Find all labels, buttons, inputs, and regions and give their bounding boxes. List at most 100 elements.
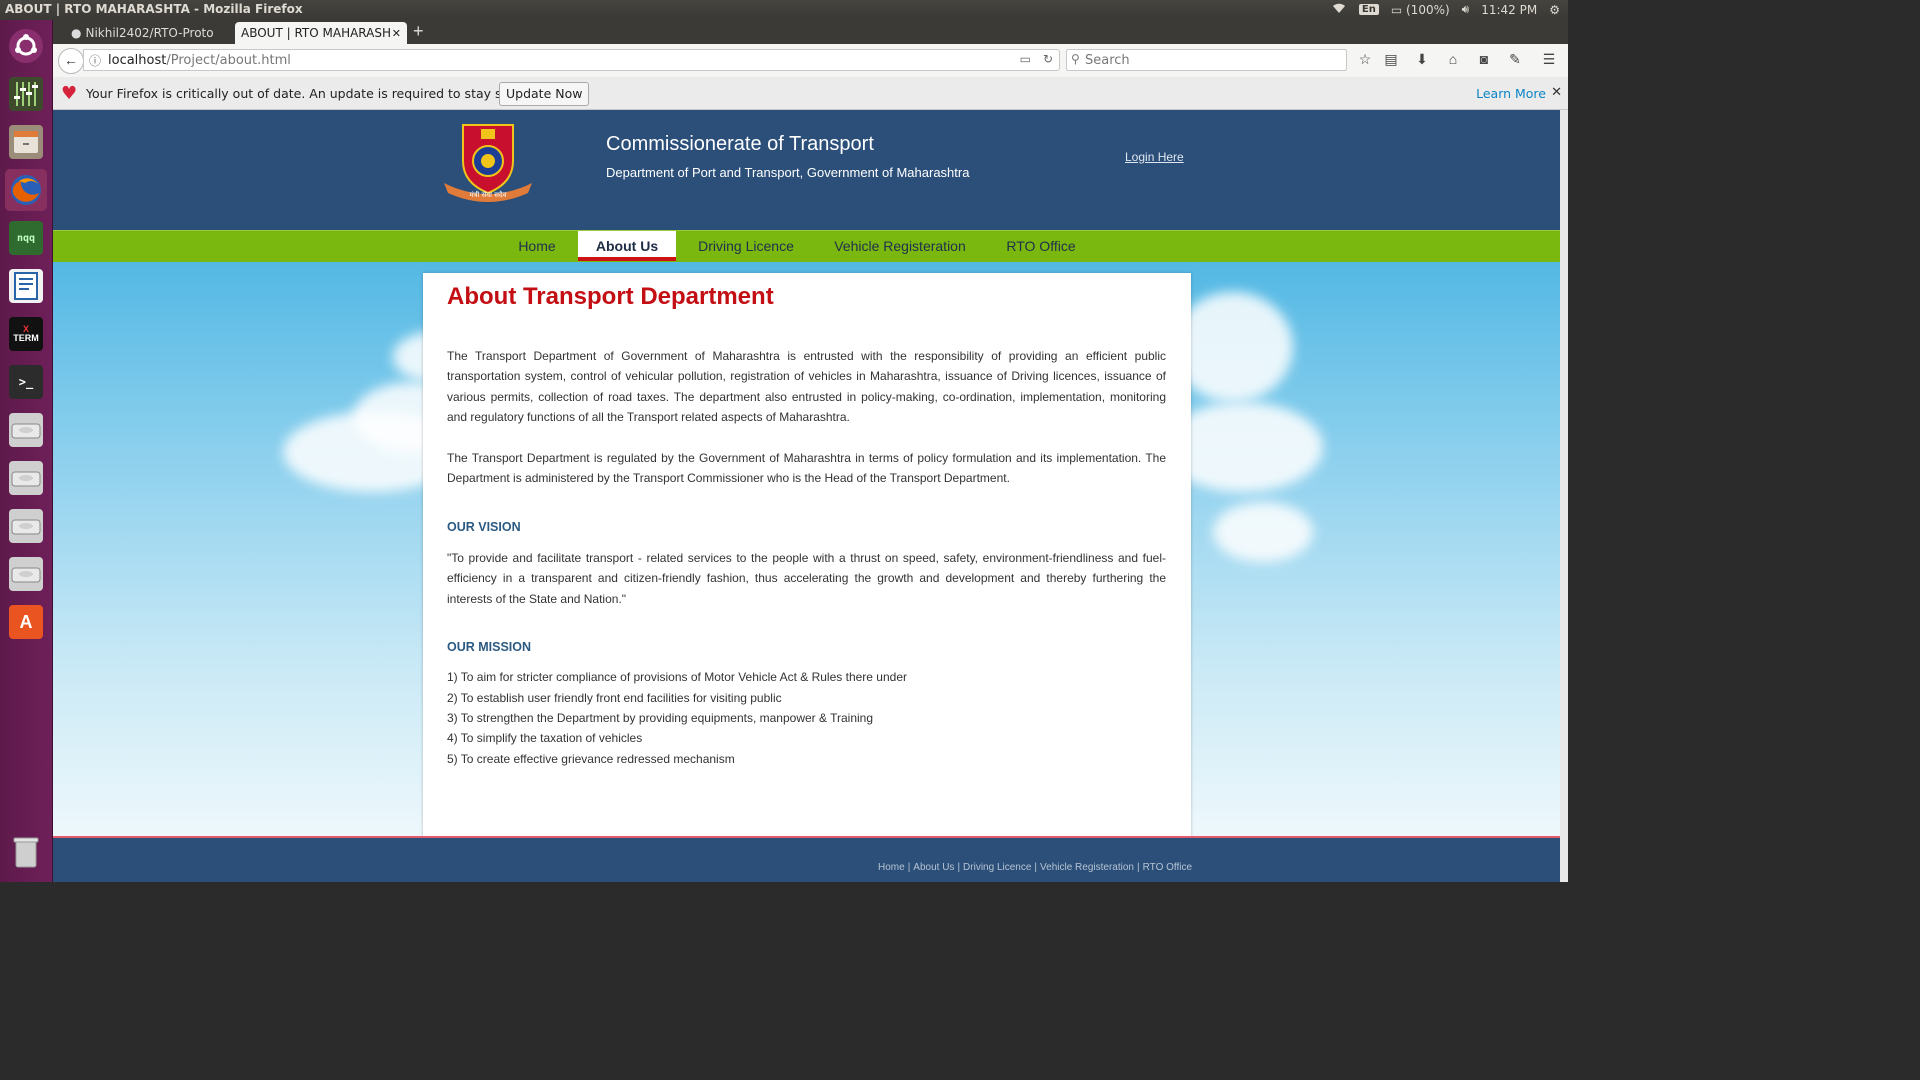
web-page: मंत्री सेवा सदैव Commissionerate of Tran… [53, 110, 1560, 882]
tab-about[interactable]: ABOUT | RTO MAHARASH ✕ [235, 22, 407, 44]
clock[interactable]: 11:42 PM [1481, 3, 1537, 17]
new-tab-button[interactable]: + [413, 21, 424, 42]
back-button[interactable]: ← [58, 48, 84, 74]
mission-heading: OUR MISSION [447, 640, 532, 654]
text-document-icon [9, 269, 43, 303]
page-heading: About Transport Department [447, 283, 774, 310]
footer-link-vehicle-registeration[interactable]: Vehicle Registeration [1040, 862, 1134, 873]
launcher-xterm-app[interactable]: X TERM [5, 313, 47, 355]
tab-github[interactable]: ● Nikhil2402/RTO-Proto [65, 22, 233, 44]
page-scrollbar[interactable] [1560, 110, 1568, 882]
url-text: localhost/Project/about.html [108, 53, 291, 68]
vision-text: "To provide and facilitate transport - r… [447, 551, 1166, 606]
mission-item: 2) To establish user friendly front end … [447, 691, 782, 705]
site-header: मंत्री सेवा सदैव Commissionerate of Tran… [53, 110, 1560, 230]
github-icon: ● [71, 26, 82, 40]
mission-item: 4) To simplify the taxation of vehicles [447, 731, 643, 745]
footer-link-driving-licence[interactable]: Driving Licence [963, 862, 1031, 873]
reader-view-icon[interactable]: ▭ [1020, 52, 1031, 66]
bookmark-star-icon[interactable]: ☆ [1355, 51, 1375, 68]
launcher-terminal-app[interactable]: >_ [5, 361, 47, 403]
footer-links: Home | About Us | Driving Licence | Vehicle Re… [878, 862, 1193, 873]
rto-emblem-logo: मंत्री सेवा सदैव [428, 121, 548, 213]
url-host: localhost [108, 53, 167, 68]
browser-tab-strip: ● Nikhil2402/RTO-Proto ABOUT | RTO MAHAR… [53, 20, 1568, 44]
footer-link-rto-office[interactable]: RTO Office [1143, 862, 1192, 873]
system-tray: En ▭ (100%) 🔊︎ 11:42 PM ⚙ [1331, 2, 1560, 17]
heart-warning-icon: ♥ [61, 83, 78, 104]
launcher-mixer-app[interactable] [5, 73, 47, 115]
update-notification-bar: ♥ Your Firefox is critically out of date… [53, 77, 1568, 110]
search-bar[interactable]: ⚲ Search [1066, 49, 1347, 71]
search-placeholder: Search [1085, 53, 1130, 68]
file-cabinet-icon [9, 125, 43, 159]
wifi-icon[interactable] [1331, 2, 1347, 17]
notepadqq-icon: nqq [9, 221, 43, 255]
software-bag-icon: A [9, 605, 43, 639]
update-now-button[interactable]: Update Now [499, 82, 590, 106]
reading-list-icon[interactable]: ▤ [1381, 51, 1401, 68]
site-subtitle: Department of Port and Transport, Govern… [606, 165, 970, 180]
hard-drive-icon [9, 557, 43, 591]
mission-item: 5) To create effective grievance redress… [447, 752, 735, 766]
launcher-writer-app[interactable] [5, 265, 47, 307]
emblem-motto: मंत्री सेवा सदैव [469, 190, 506, 199]
launcher-drive-2[interactable] [5, 457, 47, 499]
unity-launcher: nqq X TERM >_ A [0, 20, 53, 882]
launcher-firefox-app[interactable] [5, 169, 47, 211]
hard-drive-icon [9, 461, 43, 495]
firefox-icon [9, 173, 43, 207]
launcher-files-app[interactable] [5, 121, 47, 163]
battery-indicator[interactable]: ▭ (100%) [1391, 3, 1450, 17]
notification-message: Your Firefox is critically out of date. … [86, 86, 537, 101]
content-card: About Transport Department The Transport… [423, 273, 1191, 843]
mission-item: 1) To aim for stricter compliance of pro… [447, 670, 907, 684]
battery-icon: ▭ [1390, 2, 1403, 17]
os-top-bar: ABOUT | RTO MAHARASHTA - Mozilla Firefox… [0, 0, 1568, 20]
intro-paragraph-1: The Transport Department of Government o… [447, 349, 1166, 425]
launcher-trash[interactable] [5, 831, 47, 873]
menu-hamburger-icon[interactable]: ☰ [1539, 51, 1559, 68]
launcher-software-center[interactable]: A [5, 601, 47, 643]
close-notification-icon[interactable]: ✕ [1551, 85, 1562, 100]
launcher-drive-3[interactable] [5, 505, 47, 547]
reload-icon[interactable]: ↻ [1043, 52, 1053, 66]
menu-vehicle-registeration[interactable]: Vehicle Registeration [825, 231, 975, 262]
login-link[interactable]: Login Here [1125, 150, 1184, 164]
footer-link-home[interactable]: Home [878, 862, 905, 873]
launcher-drive-1[interactable] [5, 409, 47, 451]
volume-icon[interactable]: 🔊︎ [1462, 2, 1470, 17]
url-path: /Project/about.html [166, 53, 291, 68]
tab-label: ABOUT | RTO MAHARASH [241, 26, 392, 40]
close-tab-icon[interactable]: ✕ [392, 27, 401, 40]
menu-driving-licence[interactable]: Driving Licence [689, 231, 803, 262]
hard-drive-icon [9, 413, 43, 447]
url-bar[interactable]: ⓘ localhost/Project/about.html ▭ ↻ [83, 49, 1060, 71]
hard-drive-icon [9, 509, 43, 543]
search-icon: ⚲ [1071, 52, 1080, 66]
menu-home[interactable]: Home [507, 231, 567, 262]
trash-icon [9, 835, 43, 869]
terminal-icon: >_ [9, 365, 43, 399]
footer-link-about-us[interactable]: About Us [913, 862, 954, 873]
vision-heading: OUR VISION [447, 520, 521, 534]
menu-rto-office[interactable]: RTO Office [997, 231, 1085, 262]
site-info-icon[interactable]: ⓘ [89, 52, 101, 69]
menu-about-us[interactable]: About Us [578, 231, 676, 261]
launcher-dash-button[interactable] [5, 25, 47, 67]
tab-label: Nikhil2402/RTO-Proto [85, 26, 214, 40]
settings-gear-icon[interactable]: ⚙ [1549, 3, 1560, 17]
keyboard-layout-indicator[interactable]: En [1358, 4, 1379, 15]
extension-icon[interactable]: ✎ [1505, 51, 1525, 68]
audio-mixer-icon [9, 77, 43, 111]
site-footer: Home | About Us | Driving Licence | Vehicle Re… [53, 838, 1560, 882]
downloads-icon[interactable]: ⬇ [1412, 51, 1432, 68]
launcher-nqq-app[interactable]: nqq [5, 217, 47, 259]
pocket-icon[interactable]: ◙ [1474, 51, 1494, 67]
home-icon[interactable]: ⌂ [1443, 51, 1463, 67]
learn-more-link[interactable]: Learn More [1476, 86, 1546, 101]
launcher-drive-4[interactable] [5, 553, 47, 595]
back-arrow-icon: ← [64, 52, 78, 68]
site-title: Commissionerate of Transport [606, 133, 874, 155]
battery-level: (100%) [1406, 2, 1450, 17]
